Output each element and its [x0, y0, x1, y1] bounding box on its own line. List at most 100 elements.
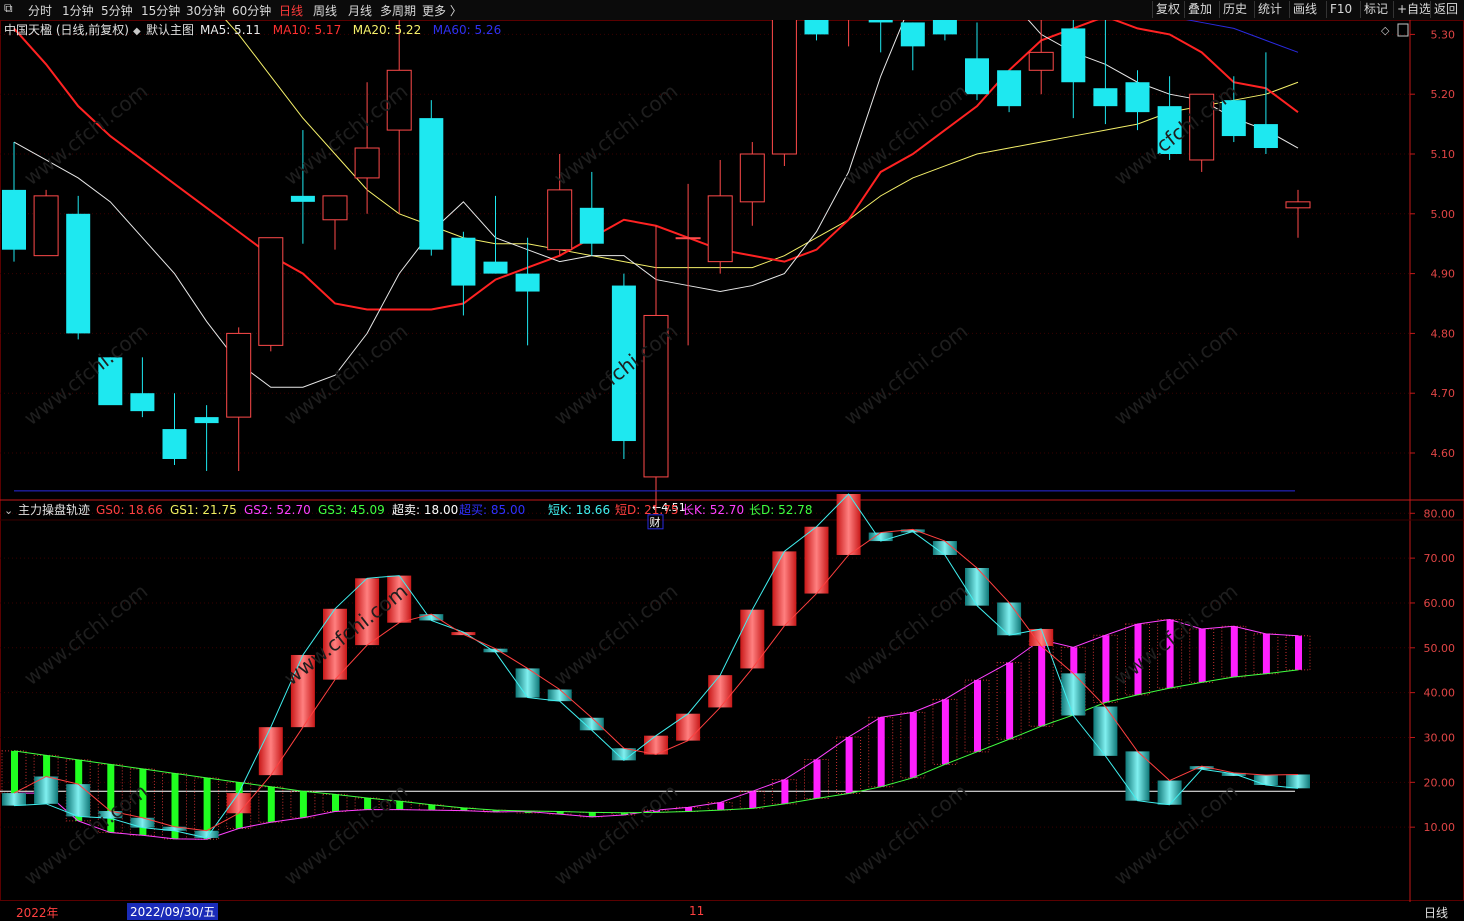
candle-body-down	[965, 58, 989, 95]
long-k-bar	[941, 699, 949, 765]
short-k-bar	[1093, 706, 1118, 756]
stock-title: 中国天楹 (日线,前复权)	[4, 22, 129, 37]
candle-body-down	[1253, 124, 1278, 149]
price-tick-label: 4.80	[1431, 327, 1456, 340]
price-tick-label: 5.10	[1431, 148, 1456, 161]
long-k-bar	[1006, 662, 1014, 740]
chart-frame	[0, 20, 1464, 901]
short-k-bar	[740, 609, 765, 669]
candle-body-down	[162, 429, 187, 459]
short-k-bar	[772, 551, 797, 626]
tab-3[interactable]: 15分钟	[141, 2, 180, 19]
candle-body-up	[258, 237, 284, 346]
short-k-bar	[258, 727, 283, 776]
toolbar-button-8[interactable]: 返回	[1430, 1, 1461, 18]
ma-legend-0: MA5: 5.11	[200, 23, 261, 37]
kline-chart[interactable]: 5.805.705.605.505.405.305.205.105.004.90…	[0, 20, 1464, 902]
candle-body-up	[1028, 51, 1054, 71]
long-k-bar	[877, 717, 885, 787]
long-k-bar	[332, 794, 339, 812]
candle-body-down	[515, 273, 540, 292]
sub-param-6: 短K: 18.66	[548, 503, 610, 517]
candle-body-down	[868, 20, 893, 23]
candle-body-down	[194, 417, 219, 424]
candle-body-down	[451, 237, 476, 286]
sub-indicator-name: 主力操盘轨迹	[18, 502, 90, 517]
tab-4[interactable]: 30分钟	[186, 2, 225, 19]
watermark: www.cfchi.com	[279, 319, 412, 430]
candle-body-down	[1061, 28, 1086, 83]
toolbar-button-7[interactable]: +自选	[1393, 1, 1434, 18]
sub-param-3: GS3: 45.09	[318, 503, 385, 517]
long-k-bar	[1198, 628, 1206, 683]
tab-8[interactable]: 月线	[348, 2, 372, 19]
short-k-bar	[1061, 673, 1086, 716]
short-k-bar	[868, 532, 893, 542]
candle-body-down	[66, 213, 91, 334]
window-icon[interactable]: ⧉	[4, 1, 13, 16]
tab-0[interactable]: 分时	[28, 2, 52, 19]
diamond-icon: ◇	[1381, 24, 1390, 37]
candle-body-down	[2, 189, 26, 250]
ma-legend-3: MA60: 5.26	[433, 23, 501, 37]
sub-param-2: GS2: 52.70	[244, 503, 311, 517]
main-header: 中国天楹 (日线,前复权) ◆ 默认主图 MA5: 5.11 MA10: 5.17 MA2…	[4, 22, 1409, 37]
watermark: www.cfchi.com	[839, 319, 972, 430]
watermark: www.cfchi.com	[549, 579, 682, 690]
watermark: www.cfchi.com	[839, 79, 972, 190]
price-tick-label: 4.90	[1431, 268, 1456, 281]
candle-body-down	[579, 207, 604, 244]
candle-body-up	[547, 189, 573, 251]
candle-body-up	[354, 147, 380, 179]
long-k-bar	[909, 712, 917, 778]
toolbar-button-0[interactable]: 复权	[1152, 1, 1183, 18]
toolbar-button-6[interactable]: 标记	[1360, 1, 1391, 18]
toolbar-button-5[interactable]: F10	[1326, 1, 1355, 18]
candle-body-down	[290, 195, 315, 202]
tab-1[interactable]: 1分钟	[62, 2, 94, 19]
watermark: www.cfchi.com	[549, 779, 682, 890]
long-k-bar	[717, 802, 725, 811]
short-k-bar	[547, 689, 572, 702]
sub-tick-label: 40.00	[1424, 687, 1456, 700]
sub-tick-label: 20.00	[1424, 776, 1456, 789]
watermark: www.cfchi.com	[19, 579, 152, 690]
ma-legend-2: MA20: 5.22	[353, 23, 421, 37]
sub-param-1: GS1: 21.75	[170, 503, 237, 517]
candle-body-down	[483, 261, 508, 274]
toolbar-button-2[interactable]: 历史	[1219, 1, 1250, 18]
sub-header: ⌄ 主力操盘轨迹 GS0: 18.66 GS1: 21.75 GS2: 52.70 GS3…	[4, 502, 812, 517]
short-k-bar	[708, 675, 733, 708]
candle-body-down	[900, 22, 925, 47]
candle-body-down	[130, 393, 155, 412]
short-k-bar	[130, 817, 155, 828]
month-label: 11	[689, 904, 705, 918]
tab-2[interactable]: 5分钟	[101, 2, 133, 19]
toolbar-button-1[interactable]: 叠加	[1184, 1, 1215, 18]
watermark: www.cfchi.com	[549, 79, 682, 190]
tab-6[interactable]: 日线	[279, 2, 303, 19]
toolbar-button-3[interactable]: 统计	[1254, 1, 1285, 18]
short-k-bar	[2, 793, 26, 806]
long-k-bar	[299, 791, 307, 818]
price-tick-label: 5.00	[1431, 208, 1456, 221]
date-axis-bar: 2022年 2022/09/30/五 11 日线	[0, 902, 1464, 920]
tab-7[interactable]: 周线	[313, 2, 337, 19]
candle-body-up	[1285, 201, 1311, 209]
price-tick-label: 4.60	[1431, 447, 1456, 460]
tab-5[interactable]: 60分钟	[232, 2, 271, 19]
short-k-bar	[644, 735, 668, 755]
candle-body-up	[675, 237, 701, 240]
period-label[interactable]: 日线	[1424, 904, 1448, 921]
long-k-bar	[1102, 635, 1110, 703]
short-k-bar	[997, 602, 1022, 636]
watermark: www.cfchi.com	[279, 79, 412, 190]
long-k-bar	[974, 680, 981, 752]
long-k-bar	[781, 779, 789, 804]
toolbar-button-4[interactable]: 画线	[1289, 1, 1320, 18]
tab-10[interactable]: 更多 〉	[422, 2, 462, 19]
candle-body-up	[739, 153, 765, 203]
indicator-name: 默认主图	[146, 22, 194, 37]
tab-9[interactable]: 多周期	[380, 2, 416, 19]
candle-body-up	[33, 195, 59, 257]
